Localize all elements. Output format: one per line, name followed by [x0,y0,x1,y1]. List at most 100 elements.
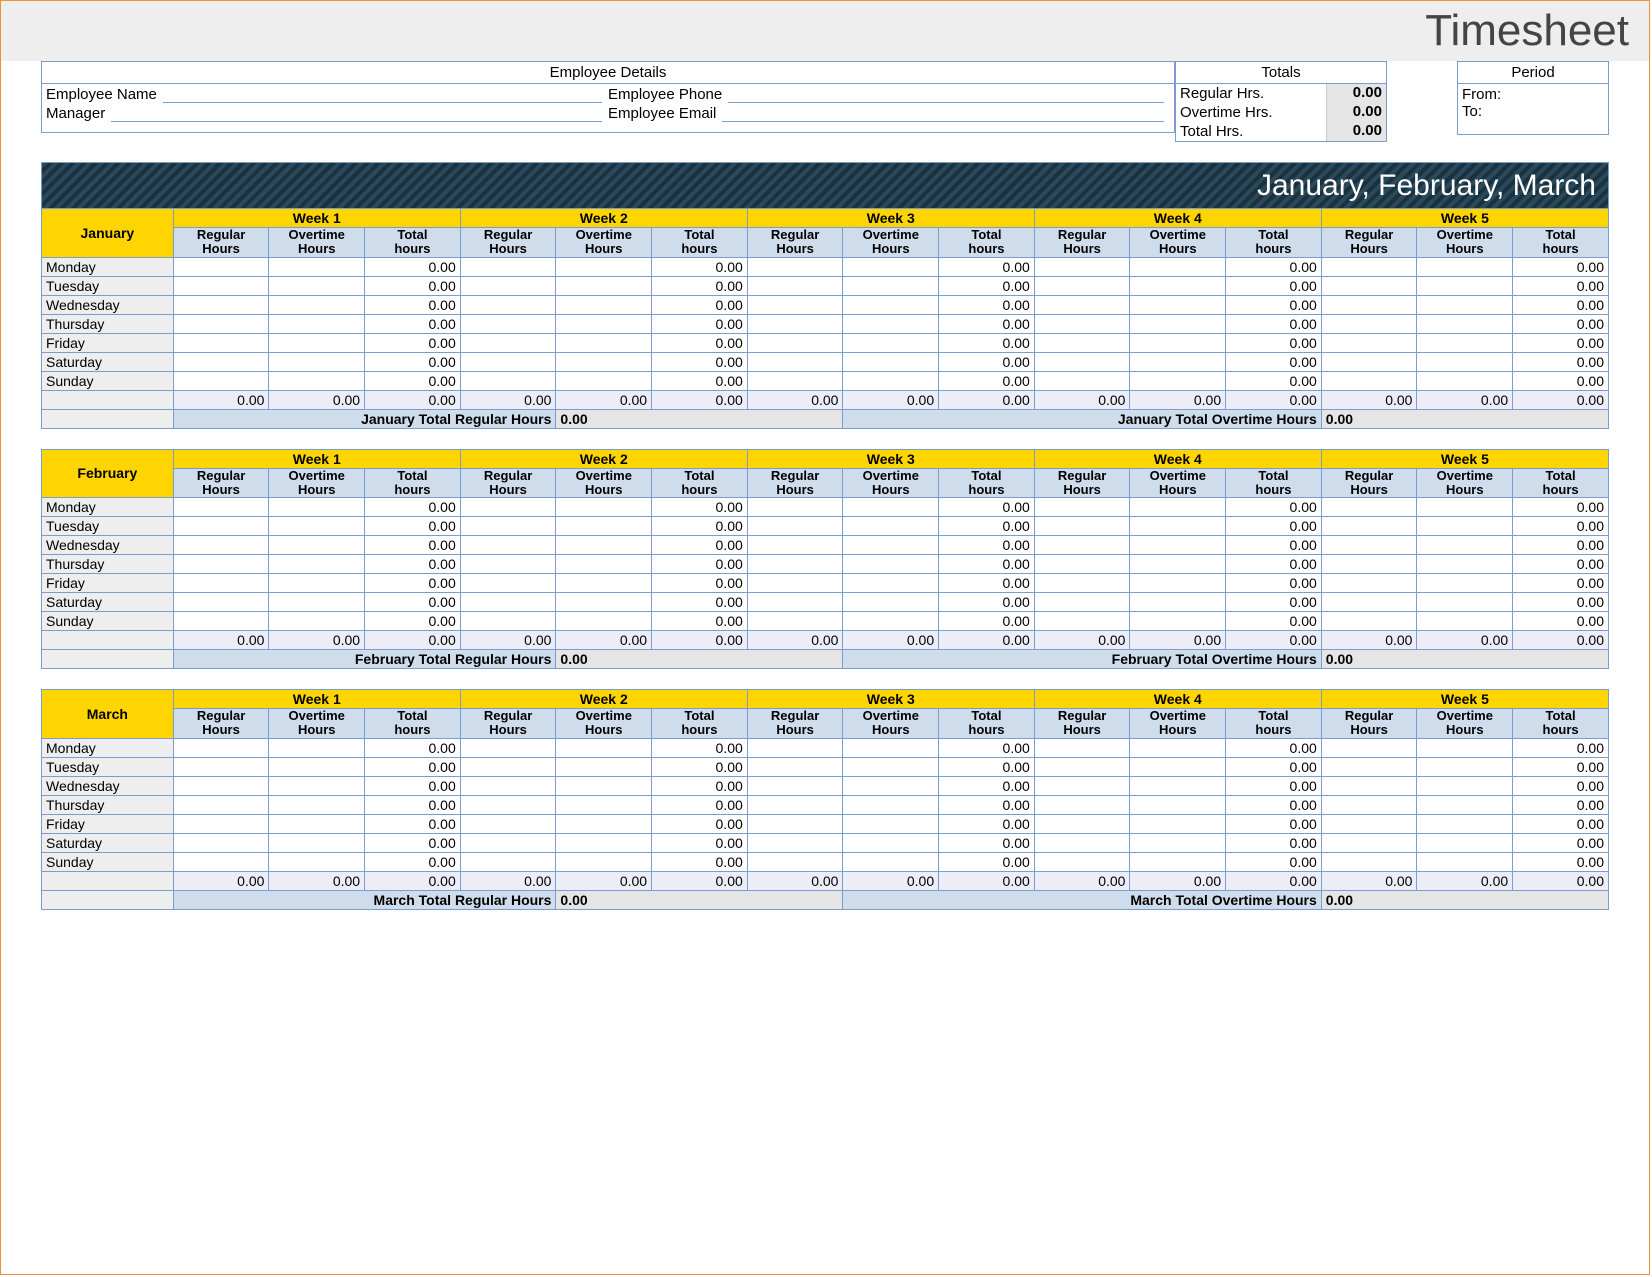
hours-cell[interactable] [1130,612,1226,631]
hours-cell[interactable] [1417,574,1513,593]
hours-cell[interactable] [1034,757,1130,776]
hours-cell[interactable] [460,517,556,536]
hours-cell[interactable] [1130,833,1226,852]
hours-cell[interactable] [1321,555,1417,574]
hours-cell[interactable] [556,498,652,517]
hours-cell[interactable] [843,295,939,314]
hours-cell[interactable] [460,593,556,612]
hours-cell[interactable] [1034,852,1130,871]
hours-cell[interactable] [173,776,269,795]
hours-cell[interactable] [460,555,556,574]
hours-cell[interactable] [269,833,365,852]
hours-cell[interactable] [173,833,269,852]
hours-cell[interactable] [269,852,365,871]
hours-cell[interactable] [269,795,365,814]
hours-cell[interactable] [460,814,556,833]
hours-cell[interactable] [173,738,269,757]
hours-cell[interactable] [1321,574,1417,593]
hours-cell[interactable] [1417,517,1513,536]
hours-cell[interactable] [747,314,843,333]
hours-cell[interactable] [843,757,939,776]
hours-cell[interactable] [1321,833,1417,852]
hours-cell[interactable] [173,276,269,295]
hours-cell[interactable] [269,498,365,517]
hours-cell[interactable] [1130,257,1226,276]
hours-cell[interactable] [747,574,843,593]
hours-cell[interactable] [1034,612,1130,631]
hours-cell[interactable] [747,536,843,555]
hours-cell[interactable] [1321,757,1417,776]
hours-cell[interactable] [747,295,843,314]
hours-cell[interactable] [173,295,269,314]
hours-cell[interactable] [269,536,365,555]
hours-cell[interactable] [1130,295,1226,314]
hours-cell[interactable] [556,257,652,276]
hours-cell[interactable] [173,371,269,390]
hours-cell[interactable] [173,257,269,276]
hours-cell[interactable] [1034,333,1130,352]
hours-cell[interactable] [843,852,939,871]
hours-cell[interactable] [556,574,652,593]
hours-cell[interactable] [1417,295,1513,314]
hours-cell[interactable] [269,612,365,631]
hours-cell[interactable] [556,333,652,352]
hours-cell[interactable] [556,852,652,871]
hours-cell[interactable] [556,612,652,631]
hours-cell[interactable] [269,257,365,276]
hours-cell[interactable] [556,555,652,574]
hours-cell[interactable] [1417,498,1513,517]
hours-cell[interactable] [747,795,843,814]
hours-cell[interactable] [1130,536,1226,555]
hours-cell[interactable] [1417,314,1513,333]
hours-cell[interactable] [556,814,652,833]
hours-cell[interactable] [269,295,365,314]
hours-cell[interactable] [747,352,843,371]
hours-cell[interactable] [1417,852,1513,871]
hours-cell[interactable] [1130,555,1226,574]
hours-cell[interactable] [460,776,556,795]
employee-email-input[interactable] [722,107,1164,122]
hours-cell[interactable] [747,776,843,795]
hours-cell[interactable] [173,498,269,517]
hours-cell[interactable] [843,795,939,814]
hours-cell[interactable] [173,574,269,593]
hours-cell[interactable] [1321,536,1417,555]
hours-cell[interactable] [1321,814,1417,833]
hours-cell[interactable] [173,517,269,536]
hours-cell[interactable] [1130,276,1226,295]
hours-cell[interactable] [1034,536,1130,555]
hours-cell[interactable] [1417,333,1513,352]
hours-cell[interactable] [1321,276,1417,295]
hours-cell[interactable] [1417,371,1513,390]
hours-cell[interactable] [1130,314,1226,333]
employee-name-input[interactable] [163,88,602,103]
hours-cell[interactable] [1034,371,1130,390]
hours-cell[interactable] [556,776,652,795]
hours-cell[interactable] [1130,757,1226,776]
hours-cell[interactable] [843,814,939,833]
hours-cell[interactable] [269,593,365,612]
hours-cell[interactable] [1417,738,1513,757]
hours-cell[interactable] [269,276,365,295]
hours-cell[interactable] [1321,593,1417,612]
hours-cell[interactable] [747,498,843,517]
hours-cell[interactable] [1417,276,1513,295]
hours-cell[interactable] [843,257,939,276]
hours-cell[interactable] [173,314,269,333]
hours-cell[interactable] [1417,757,1513,776]
hours-cell[interactable] [1130,738,1226,757]
hours-cell[interactable] [1034,498,1130,517]
hours-cell[interactable] [269,371,365,390]
hours-cell[interactable] [1034,276,1130,295]
hours-cell[interactable] [1321,852,1417,871]
hours-cell[interactable] [460,738,556,757]
hours-cell[interactable] [1321,295,1417,314]
hours-cell[interactable] [747,276,843,295]
hours-cell[interactable] [460,795,556,814]
hours-cell[interactable] [1130,371,1226,390]
employee-phone-input[interactable] [728,88,1164,103]
hours-cell[interactable] [556,314,652,333]
hours-cell[interactable] [1321,352,1417,371]
hours-cell[interactable] [556,371,652,390]
hours-cell[interactable] [747,757,843,776]
